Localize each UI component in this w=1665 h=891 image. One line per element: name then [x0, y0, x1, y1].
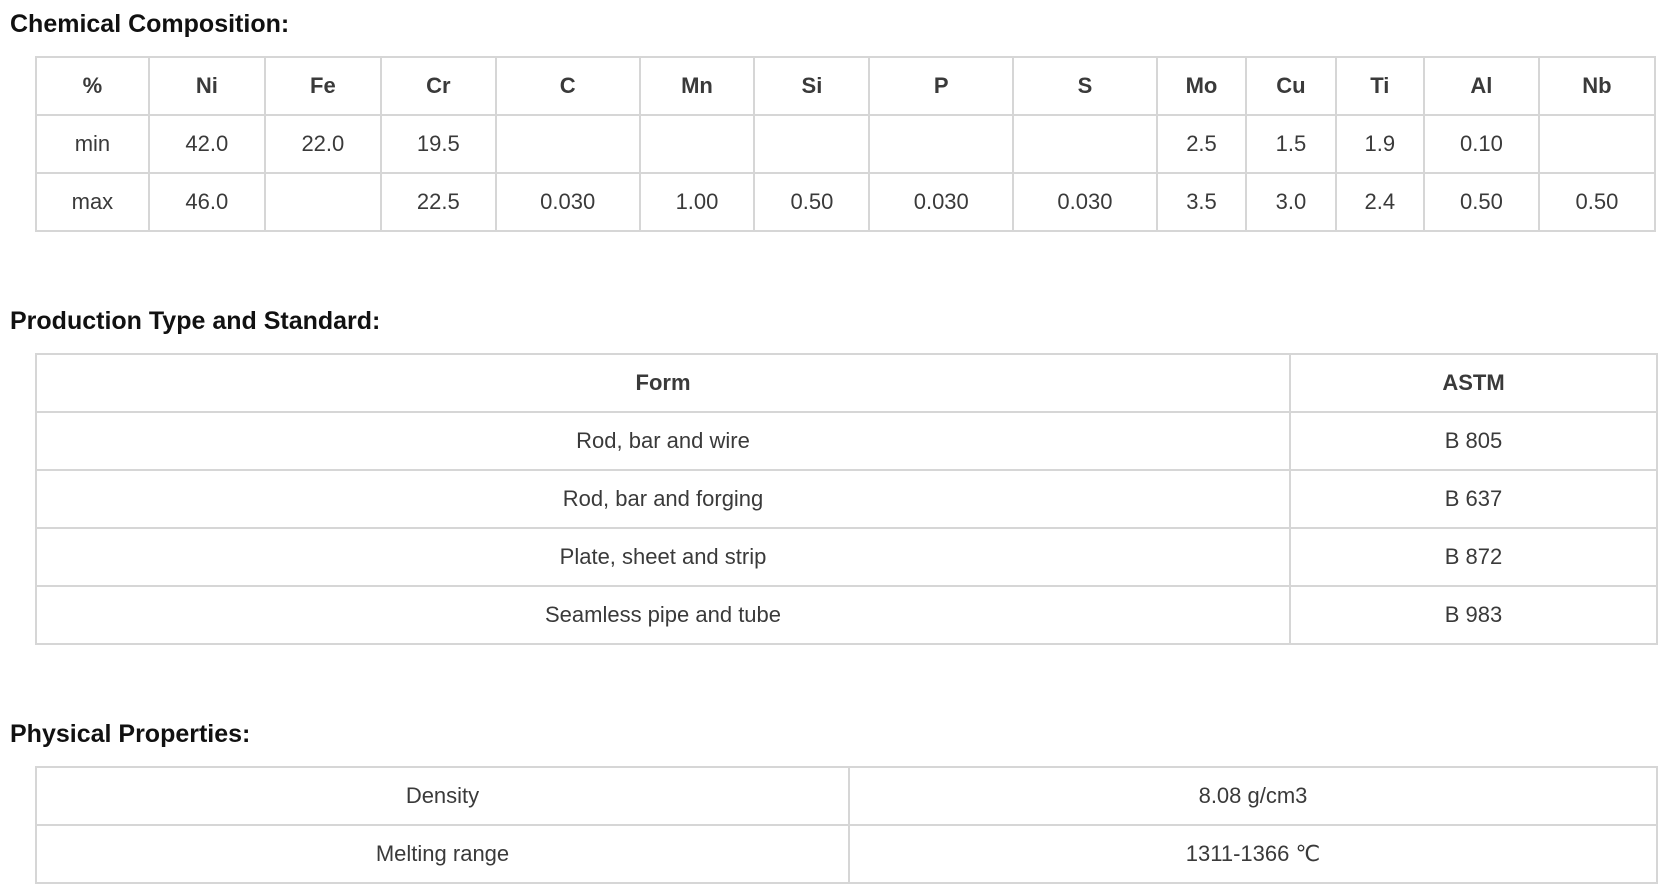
- table-header-row: % Ni Fe Cr C Mn Si P S Mo Cu Ti Al Nb: [35, 56, 1657, 116]
- table-cell: 0.030: [494, 172, 641, 232]
- table-cell: 3.5: [1155, 172, 1248, 232]
- header-cell: Mn: [638, 56, 756, 116]
- table-cell: [494, 114, 641, 174]
- header-cell-form: Form: [35, 353, 1291, 413]
- table-cell: [753, 114, 871, 174]
- table-cell: 1.9: [1334, 114, 1425, 174]
- header-cell: C: [494, 56, 641, 116]
- form-cell: Rod, bar and wire: [35, 411, 1291, 471]
- table-cell: [1012, 114, 1158, 174]
- table-cell: 0.030: [868, 172, 1015, 232]
- header-cell: Cu: [1245, 56, 1337, 116]
- table-cell: 0.10: [1422, 114, 1540, 174]
- form-cell: Seamless pipe and tube: [35, 585, 1291, 645]
- header-cell: Ni: [147, 56, 266, 116]
- table-row: min 42.0 22.0 19.5 2.5 1.5 1.9 0.10: [35, 114, 1657, 174]
- table-row: Density 8.08 g/cm3: [35, 766, 1658, 826]
- table-cell: 2.5: [1155, 114, 1248, 174]
- astm-cell: B 805: [1289, 411, 1658, 471]
- form-cell: Rod, bar and forging: [35, 469, 1291, 529]
- table-row: max 46.0 22.5 0.030 1.00 0.50 0.030 0.03…: [35, 172, 1657, 232]
- table-header-row: Form ASTM: [35, 353, 1658, 413]
- header-cell: Nb: [1537, 56, 1657, 116]
- chemical-composition-table: % Ni Fe Cr C Mn Si P S Mo Cu Ti Al Nb mi…: [35, 56, 1657, 232]
- table-cell: [263, 172, 382, 232]
- header-cell: Ti: [1334, 56, 1425, 116]
- astm-cell: B 983: [1289, 585, 1658, 645]
- property-value-cell: 8.08 g/cm3: [848, 766, 1658, 826]
- form-cell: Plate, sheet and strip: [35, 527, 1291, 587]
- table-cell: 0.50: [753, 172, 871, 232]
- physical-properties-table: Density 8.08 g/cm3 Melting range 1311-13…: [35, 766, 1658, 884]
- table-cell: 46.0: [147, 172, 266, 232]
- header-cell: P: [868, 56, 1015, 116]
- table-cell: [868, 114, 1015, 174]
- table-row: Seamless pipe and tube B 983: [35, 585, 1658, 645]
- production-type-heading: Production Type and Standard:: [10, 307, 381, 335]
- table-cell: 1.5: [1245, 114, 1337, 174]
- header-cell: Si: [753, 56, 871, 116]
- table-cell: 19.5: [379, 114, 497, 174]
- header-cell: %: [35, 56, 150, 116]
- header-cell: Fe: [263, 56, 382, 116]
- table-cell: 0.50: [1422, 172, 1540, 232]
- table-row: Rod, bar and forging B 637: [35, 469, 1658, 529]
- table-cell: 2.4: [1334, 172, 1425, 232]
- table-row: Melting range 1311-1366 ℃: [35, 824, 1658, 884]
- property-value-cell: 1311-1366 ℃: [848, 824, 1658, 884]
- table-row: Rod, bar and wire B 805: [35, 411, 1658, 471]
- header-cell: Mo: [1155, 56, 1248, 116]
- astm-cell: B 872: [1289, 527, 1658, 587]
- header-cell-astm: ASTM: [1289, 353, 1658, 413]
- property-name-cell: Melting range: [35, 824, 850, 884]
- table-row: Plate, sheet and strip B 872: [35, 527, 1658, 587]
- table-cell: 42.0: [147, 114, 266, 174]
- table-cell: 1.00: [638, 172, 756, 232]
- physical-properties-heading: Physical Properties:: [10, 720, 251, 748]
- table-cell: 22.0: [263, 114, 382, 174]
- table-cell: 0.50: [1537, 172, 1657, 232]
- table-cell: 3.0: [1245, 172, 1337, 232]
- property-name-cell: Density: [35, 766, 850, 826]
- astm-cell: B 637: [1289, 469, 1658, 529]
- header-cell: S: [1012, 56, 1158, 116]
- chemical-composition-heading: Chemical Composition:: [10, 10, 290, 38]
- table-cell: max: [35, 172, 150, 232]
- table-cell: 0.030: [1012, 172, 1158, 232]
- table-cell: [638, 114, 756, 174]
- table-cell: 22.5: [379, 172, 497, 232]
- header-cell: Al: [1422, 56, 1540, 116]
- header-cell: Cr: [379, 56, 497, 116]
- table-cell: [1537, 114, 1657, 174]
- table-cell: min: [35, 114, 150, 174]
- production-type-table: Form ASTM Rod, bar and wire B 805 Rod, b…: [35, 353, 1658, 645]
